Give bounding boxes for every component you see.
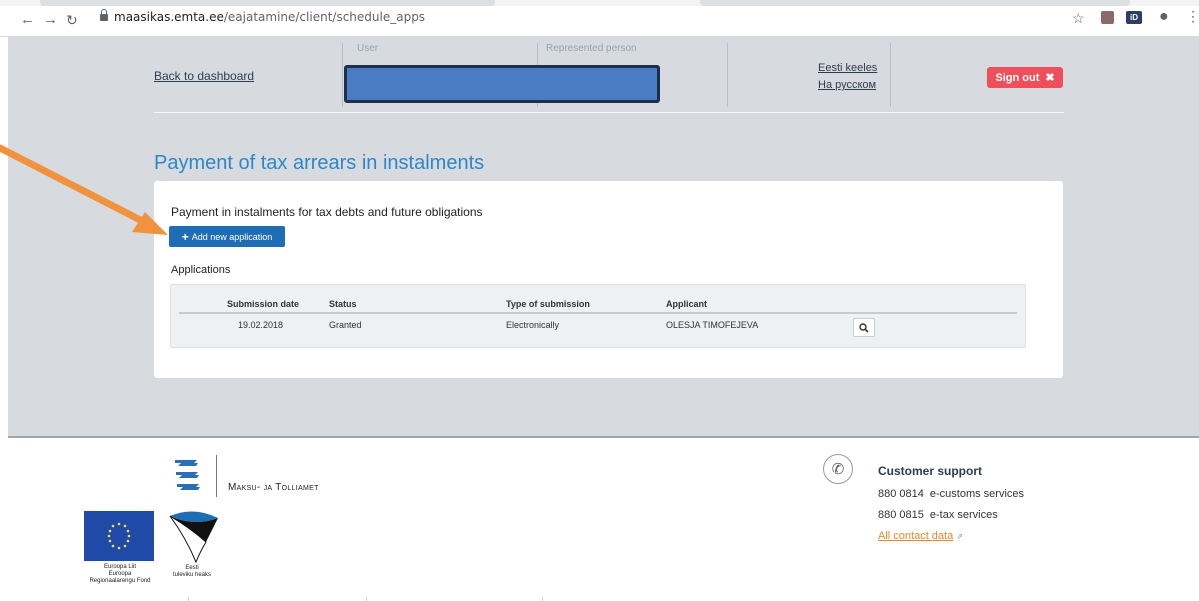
ee-caption-line: tuleviku heaks (172, 572, 212, 578)
sign-out-label: Sign out (995, 71, 1040, 84)
cell-type: Electronically (506, 320, 560, 330)
annotation-arrow-icon (0, 144, 168, 235)
divider (188, 597, 189, 601)
redaction-box (344, 65, 660, 103)
eu-caption-line: Euroopa Liit (103, 564, 137, 570)
cell-submission-date: 19.02.2018 (238, 320, 284, 330)
external-link-icon: ⇗ (956, 532, 963, 541)
eu-caption-line: Regionaalarengu Fond (89, 578, 151, 584)
sign-out-button[interactable]: Sign out ✖ (987, 67, 1063, 88)
search-icon (859, 322, 869, 333)
divider (727, 43, 728, 107)
cell-status: Granted (329, 320, 362, 330)
support-phone-number: 880 0814 (878, 488, 924, 500)
applications-label: Applications (171, 264, 231, 276)
column-header: Type of submission (506, 299, 590, 309)
divider (366, 597, 367, 601)
divider (890, 43, 891, 107)
column-header: Applicant (666, 299, 708, 309)
customer-support-title: Customer support (878, 464, 983, 478)
all-contact-data-link[interactable]: All contact data ⇗ (878, 530, 963, 542)
contact-link-label: All contact data (878, 530, 954, 542)
language-russian-link[interactable]: На русском (818, 79, 876, 91)
view-application-button[interactable] (853, 318, 875, 337)
eesti-flag-logo-icon (169, 511, 218, 564)
organization-name-text: Maksu- ja Tolliamet (228, 482, 319, 493)
close-icon: ✖ (1045, 72, 1055, 84)
applications-table: Submission date Status Type of submissio… (170, 284, 1026, 348)
menu-icon[interactable]: ⋮ (1186, 8, 1199, 25)
support-line: 880 0814 e-customs services (878, 488, 1024, 500)
ee-caption: Eesti tuleviku heaks (172, 565, 212, 579)
app-bottom-border (8, 436, 1199, 438)
column-header: Status (329, 299, 357, 309)
eu-stars-icon (107, 522, 131, 550)
support-service-label: e-tax services (929, 509, 998, 521)
eu-caption: Euroopa Liit Euroopa Regionaalarengu Fon… (78, 564, 162, 585)
language-estonian-link[interactable]: Eesti keeles (818, 62, 877, 74)
eu-caption-line: Euroopa (108, 571, 132, 577)
eu-flag-icon (84, 511, 154, 561)
header-divider (179, 312, 1017, 314)
profile-icon[interactable]: ● (1159, 8, 1169, 26)
divider (342, 43, 343, 107)
divider (542, 597, 543, 601)
organization-name: Maksu- ja Tolliamet (228, 482, 319, 493)
phone-icon: ✆ (823, 454, 853, 484)
emta-lions-logo-icon (175, 460, 200, 490)
represented-person-label: Represented person (546, 43, 637, 54)
logo-divider (216, 455, 217, 497)
star-icon[interactable]: ☆ (1072, 10, 1085, 27)
support-service-label: e-customs services (929, 488, 1025, 500)
column-header: Submission date (227, 299, 300, 309)
ee-caption-line: Eesti (185, 565, 199, 571)
id-extension-icon[interactable]: iD (1126, 11, 1142, 24)
support-line: 880 0815 e-tax services (878, 509, 998, 521)
cell-applicant: OLESJA TIMOFEJEVA (666, 320, 759, 330)
support-phone-number: 880 0815 (878, 509, 924, 521)
pdf-extension-icon[interactable] (1101, 11, 1114, 24)
user-label: User (357, 43, 379, 54)
browser-tab[interactable] (700, 0, 1130, 6)
